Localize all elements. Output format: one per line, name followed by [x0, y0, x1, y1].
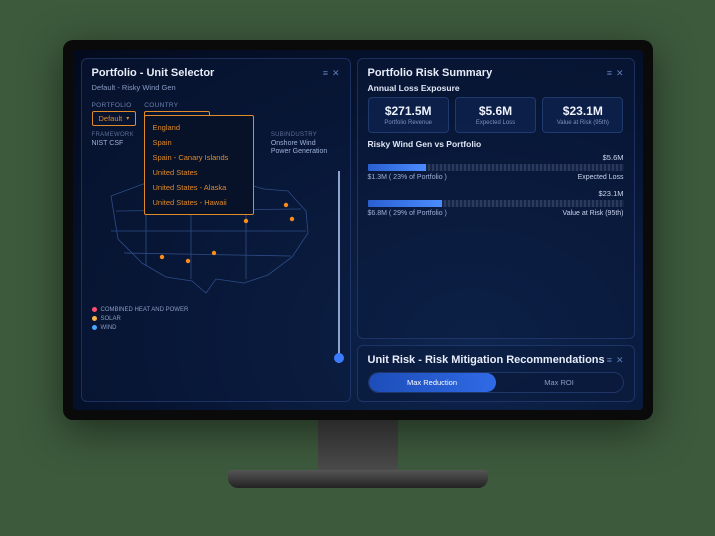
panel-menu-icon[interactable]: ≡	[323, 68, 328, 79]
compare-heading: Risky Wind Gen vs Portfolio	[368, 139, 624, 149]
dropdown-option[interactable]: Spain	[145, 135, 253, 150]
dropdown-option[interactable]: United States - Hawaii	[145, 195, 253, 210]
stat-expected-loss: $5.6M Expected Loss	[455, 97, 536, 133]
stat-value-at-risk: $23.1M Value at Risk (95th)	[542, 97, 623, 133]
unit-risk-panel: Unit Risk - Risk Mitigation Recommendati…	[357, 345, 635, 402]
map-zoom-slider[interactable]	[338, 171, 340, 363]
panel-close-icon[interactable]: ✕	[332, 68, 340, 79]
tab-max-roi[interactable]: Max ROI	[496, 373, 623, 392]
panel-title: Portfolio Risk Summary	[368, 67, 493, 79]
panel-menu-icon[interactable]: ≡	[607, 355, 612, 366]
monitor-bezel: Portfolio - Unit Selector ≡ ✕ Default - …	[63, 40, 653, 420]
dropdown-option[interactable]: Spain - Canary Islands	[145, 150, 253, 165]
dropdown-option[interactable]: United States	[145, 165, 253, 180]
bar-value-at-risk: $23.1M $6.8M ( 29% of Portfolio ) Value …	[368, 189, 624, 217]
dashboard-screen: Portfolio - Unit Selector ≡ ✕ Default - …	[73, 50, 643, 410]
unit-selector-panel: Portfolio - Unit Selector ≡ ✕ Default - …	[81, 58, 351, 402]
panel-title: Portfolio - Unit Selector	[92, 67, 215, 79]
panel-close-icon[interactable]: ✕	[616, 355, 624, 366]
country-select-label: Country	[144, 102, 210, 109]
panel-menu-icon[interactable]: ≡	[607, 68, 612, 79]
dropdown-option[interactable]: United States - Alaska	[145, 180, 253, 195]
tab-max-reduction[interactable]: Max Reduction	[369, 373, 496, 392]
panel-subtitle: Default - Risky Wind Gen	[92, 83, 340, 92]
map-zoom-thumb[interactable]	[334, 353, 344, 363]
monitor-stand-neck	[318, 420, 398, 470]
stat-portfolio-revenue: $271.5M Portfolio Revenue	[368, 97, 449, 133]
dropdown-option[interactable]: England	[145, 120, 253, 135]
risk-summary-panel: Portfolio Risk Summary ≡ ✕ Annual Loss E…	[357, 58, 635, 339]
chevron-down-icon: ▾	[126, 115, 129, 122]
bar-expected-loss: $5.6M $1.3M ( 23% of Portfolio ) Expecte…	[368, 153, 624, 181]
annual-loss-heading: Annual Loss Exposure	[368, 83, 624, 93]
mitigation-tabs: Max Reduction Max ROI	[368, 372, 624, 393]
map-legend: COMBINED HEAT AND POWER SOLAR WIND	[92, 307, 340, 331]
portfolio-select-label: Portfolio	[92, 102, 137, 109]
panel-close-icon[interactable]: ✕	[616, 68, 624, 79]
panel-title: Unit Risk - Risk Mitigation Recommendati…	[368, 354, 605, 366]
monitor-frame: Portfolio - Unit Selector ≡ ✕ Default - …	[63, 40, 653, 488]
portfolio-select[interactable]: Default ▾	[92, 111, 137, 126]
monitor-stand-base	[228, 470, 488, 488]
country-dropdown[interactable]: England Spain Spain - Canary Islands Uni…	[144, 115, 254, 215]
